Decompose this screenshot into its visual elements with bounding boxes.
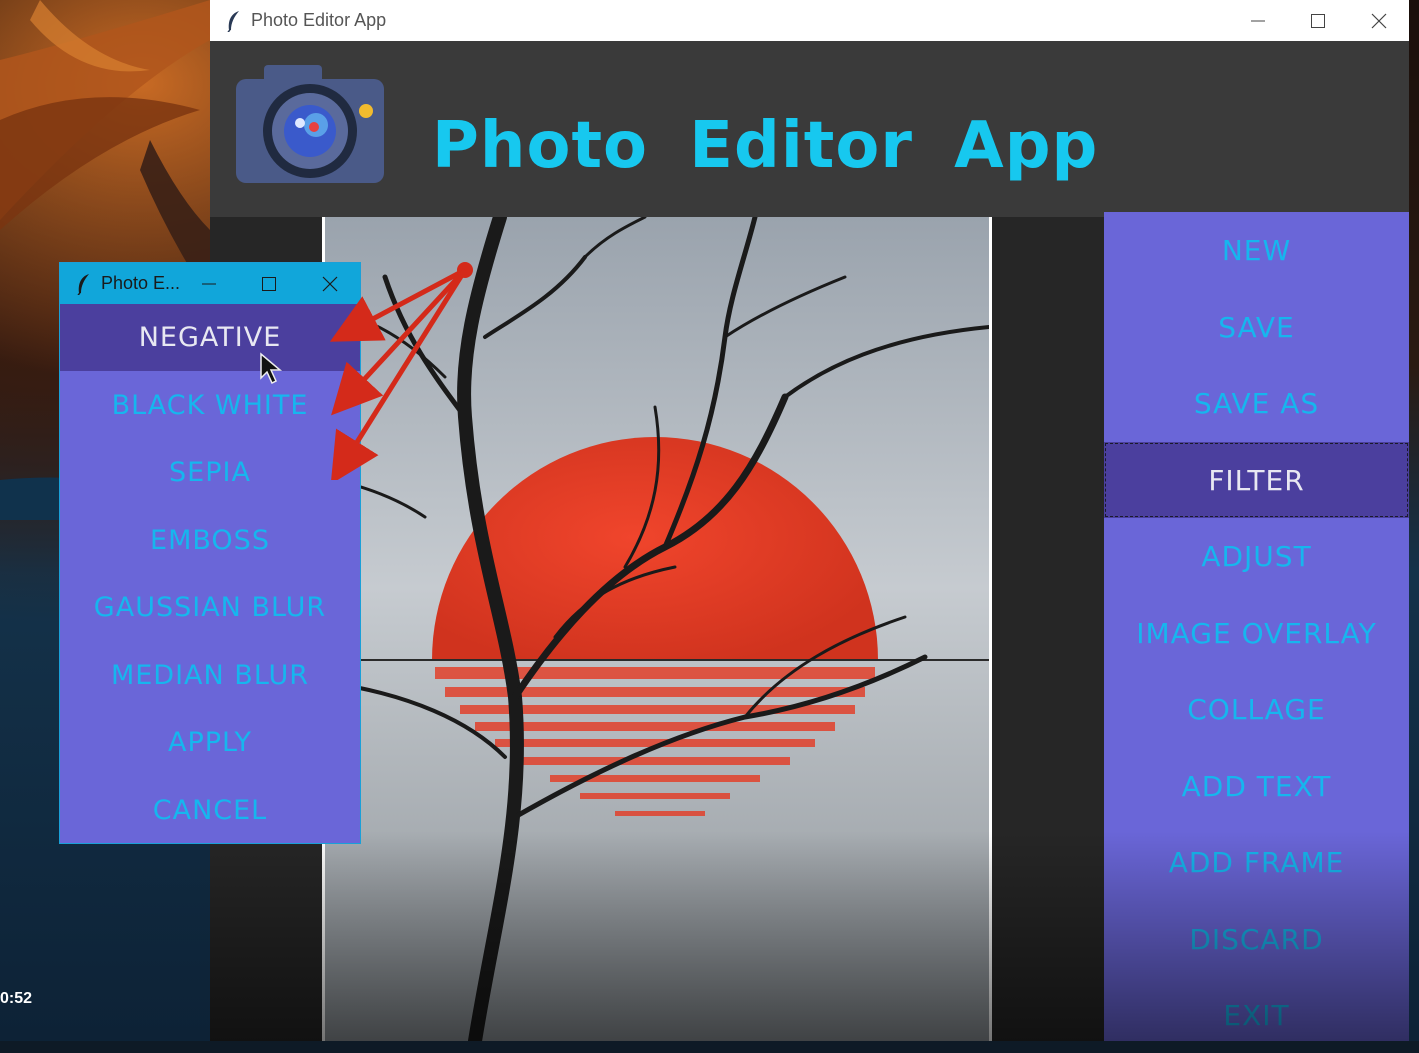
menu-item-adjust[interactable]: ADJUST <box>1104 518 1409 594</box>
main-window: Photo Editor App Photo Editor App NEW SA… <box>210 0 1409 1041</box>
menu-item-add-text[interactable]: ADD TEXT <box>1104 748 1409 824</box>
menu-item-exit[interactable]: EXIT <box>1104 977 1409 1053</box>
minimize-icon <box>202 283 216 284</box>
dialog-minimize-button[interactable] <box>179 263 239 304</box>
close-icon <box>1371 13 1387 28</box>
maximize-button[interactable] <box>1288 0 1348 41</box>
app-header: Photo Editor App <box>210 41 1409 217</box>
mouse-cursor-icon <box>260 352 283 385</box>
dialog-maximize-button[interactable] <box>239 263 299 304</box>
main-side-menu: NEW SAVE SAVE AS FILTER ADJUST IMAGE OVERLAY C… <box>1104 212 1409 1041</box>
menu-item-save-as[interactable]: SAVE AS <box>1104 365 1409 441</box>
annotation-arrows <box>330 262 473 480</box>
filter-option-gaussian-blur[interactable]: GAUSSIAN BLUR <box>60 574 360 641</box>
window-titlebar[interactable]: Photo Editor App <box>210 0 1409 42</box>
dialog-titlebar[interactable]: Photo E... <box>60 263 360 304</box>
filter-option-sepia[interactable]: SEPIA <box>60 439 360 506</box>
feather-icon <box>77 274 89 295</box>
maximize-icon <box>262 276 276 291</box>
filter-option-apply[interactable]: APPLY <box>60 709 360 776</box>
maximize-icon <box>1311 13 1325 28</box>
menu-item-discard[interactable]: DISCARD <box>1104 901 1409 977</box>
menu-item-collage[interactable]: COLLAGE <box>1104 671 1409 747</box>
video-timestamp: 0:52 <box>0 990 33 1007</box>
filter-option-median-blur[interactable]: MEDIAN BLUR <box>60 642 360 709</box>
app-heading: Photo Editor App <box>432 109 1099 183</box>
filter-option-black-white[interactable]: BLACK WHITE <box>60 372 360 439</box>
camera-icon <box>236 65 384 183</box>
menu-item-image-overlay[interactable]: IMAGE OVERLAY <box>1104 595 1409 671</box>
minimize-button[interactable] <box>1228 0 1288 41</box>
filter-option-cancel[interactable]: CANCEL <box>60 777 360 844</box>
menu-item-filter[interactable]: FILTER <box>1104 442 1409 518</box>
dialog-title: Photo E... <box>101 273 181 293</box>
minimize-icon <box>1251 20 1265 21</box>
menu-item-add-frame[interactable]: ADD FRAME <box>1104 824 1409 900</box>
feather-icon <box>227 11 239 32</box>
window-title: Photo Editor App <box>251 10 387 30</box>
menu-item-save[interactable]: SAVE <box>1104 289 1409 365</box>
menu-item-new[interactable]: NEW <box>1104 212 1409 288</box>
filter-option-negative[interactable]: NEGATIVE <box>60 304 360 371</box>
close-button[interactable] <box>1349 0 1409 41</box>
filter-dialog: Photo E... NEGATIVE BLACK WHITE SEPIA EMBOS… <box>59 262 361 844</box>
filter-option-emboss[interactable]: EMBOSS <box>60 507 360 574</box>
